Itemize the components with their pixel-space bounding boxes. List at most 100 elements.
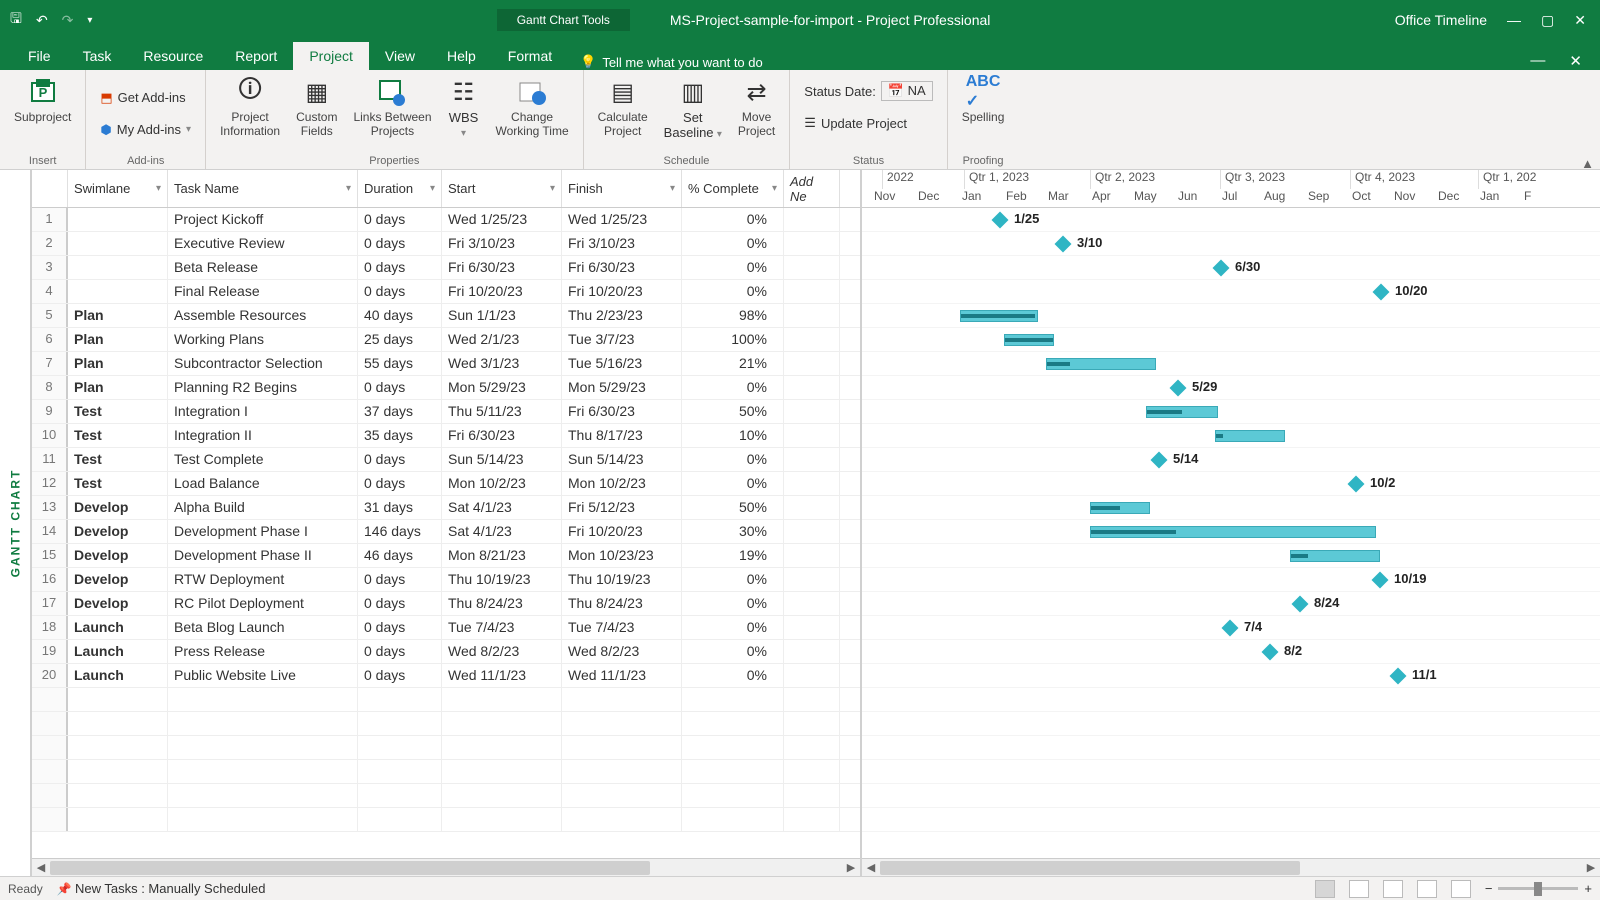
cell-pct[interactable]: 0% (682, 448, 784, 471)
cell-pct[interactable]: 0% (682, 568, 784, 591)
cell-duration[interactable]: 37 days (358, 400, 442, 423)
cell-swimlane[interactable]: Plan (68, 376, 168, 399)
cell-swimlane[interactable]: Plan (68, 328, 168, 351)
spelling-button[interactable]: ABC✓Spelling (958, 74, 1009, 127)
cell-finish[interactable]: Tue 3/7/23 (562, 328, 682, 351)
cell-start[interactable]: Fri 10/20/23 (442, 280, 562, 303)
cell-start[interactable]: Fri 6/30/23 (442, 424, 562, 447)
cell-pct[interactable]: 21% (682, 352, 784, 375)
cell-swimlane[interactable]: Plan (68, 304, 168, 327)
cell-addnew[interactable] (784, 448, 840, 471)
cell-swimlane[interactable]: Test (68, 400, 168, 423)
cell-swimlane[interactable]: Launch (68, 640, 168, 663)
gantt-bar[interactable] (1146, 406, 1218, 418)
cell-duration[interactable]: 0 days (358, 280, 442, 303)
cell-taskname[interactable]: RC Pilot Deployment (168, 592, 358, 615)
table-row[interactable]: 1Project Kickoff0 daysWed 1/25/23Wed 1/2… (32, 208, 860, 232)
milestone-diamond[interactable] (1170, 380, 1187, 397)
cell-swimlane[interactable] (68, 232, 168, 255)
tell-me-search[interactable]: 💡 Tell me what you want to do (580, 54, 763, 70)
cell-duration[interactable]: 146 days (358, 520, 442, 543)
cell-taskname[interactable]: Planning R2 Begins (168, 376, 358, 399)
cell-finish[interactable]: Mon 10/23/23 (562, 544, 682, 567)
gantt-bar[interactable] (1004, 334, 1054, 346)
cell-taskname[interactable]: Alpha Build (168, 496, 358, 519)
wbs-button[interactable]: ☷WBS▾ (444, 74, 484, 142)
project-information-button[interactable]: 🛈Project Information (216, 74, 284, 141)
cell-addnew[interactable] (784, 520, 840, 543)
gantt-row[interactable] (862, 808, 1600, 832)
move-project-button[interactable]: ⇄Move Project (734, 74, 779, 141)
table-row[interactable]: 4Final Release0 daysFri 10/20/23Fri 10/2… (32, 280, 860, 304)
cell-duration[interactable]: 0 days (358, 256, 442, 279)
cell-duration[interactable]: 25 days (358, 328, 442, 351)
milestone-diamond[interactable] (1222, 620, 1239, 637)
table-row[interactable] (32, 808, 860, 832)
gantt-row[interactable]: 5/14 (862, 448, 1600, 472)
tab-task[interactable]: Task (67, 42, 128, 70)
gantt-row[interactable]: 10/2 (862, 472, 1600, 496)
milestone-diamond[interactable] (1390, 668, 1407, 685)
cell-taskname[interactable]: Development Phase II (168, 544, 358, 567)
table-row[interactable]: 9TestIntegration I37 daysThu 5/11/23Fri … (32, 400, 860, 424)
table-row[interactable]: 10TestIntegration II35 daysFri 6/30/23Th… (32, 424, 860, 448)
cell-duration[interactable]: 35 days (358, 424, 442, 447)
tab-project[interactable]: Project (293, 42, 369, 70)
cell-finish[interactable]: Fri 3/10/23 (562, 232, 682, 255)
cell-finish[interactable]: Mon 5/29/23 (562, 376, 682, 399)
cell-duration[interactable]: 0 days (358, 592, 442, 615)
gantt-row[interactable]: 8/2 (862, 640, 1600, 664)
cell-start[interactable]: Wed 3/1/23 (442, 352, 562, 375)
cell-start[interactable]: Wed 11/1/23 (442, 664, 562, 687)
milestone-diamond[interactable] (1292, 596, 1309, 613)
cell-duration[interactable]: 40 days (358, 304, 442, 327)
cell-pct[interactable]: 0% (682, 256, 784, 279)
table-row[interactable]: 12TestLoad Balance0 daysMon 10/2/23Mon 1… (32, 472, 860, 496)
cell-duration[interactable]: 0 days (358, 568, 442, 591)
undo-icon[interactable]: ↶ (36, 12, 48, 29)
cell-addnew[interactable] (784, 568, 840, 591)
cell-taskname[interactable]: Final Release (168, 280, 358, 303)
cell-pct[interactable]: 0% (682, 616, 784, 639)
cell-finish[interactable]: Tue 7/4/23 (562, 616, 682, 639)
cell-addnew[interactable] (784, 352, 840, 375)
milestone-diamond[interactable] (1055, 236, 1072, 253)
col-add-new[interactable]: Add Ne (784, 170, 840, 207)
cell-addnew[interactable] (784, 496, 840, 519)
gantt-row[interactable] (862, 688, 1600, 712)
milestone-diamond[interactable] (1262, 644, 1279, 661)
cell-start[interactable]: Thu 5/11/23 (442, 400, 562, 423)
cell-duration[interactable]: 0 days (358, 376, 442, 399)
gantt-bar[interactable] (960, 310, 1038, 322)
milestone-diamond[interactable] (1213, 260, 1230, 277)
col-finish[interactable]: Finish▾ (562, 170, 682, 207)
table-row[interactable] (32, 688, 860, 712)
cell-addnew[interactable] (784, 232, 840, 255)
cell-start[interactable]: Mon 8/21/23 (442, 544, 562, 567)
gantt-row[interactable]: 3/10 (862, 232, 1600, 256)
gantt-row[interactable] (862, 544, 1600, 568)
cell-swimlane[interactable]: Launch (68, 616, 168, 639)
gantt-body[interactable]: 1/253/106/3010/205/295/1410/210/198/247/… (862, 208, 1600, 858)
scroll-thumb[interactable] (50, 861, 650, 875)
gantt-bar[interactable] (1090, 526, 1376, 538)
get-addins-button[interactable]: ⬒Get Add-ins (96, 87, 189, 109)
cell-addnew[interactable] (784, 304, 840, 327)
cell-taskname[interactable]: Beta Blog Launch (168, 616, 358, 639)
cell-duration[interactable]: 0 days (358, 616, 442, 639)
table-row[interactable]: 15DevelopDevelopment Phase II46 daysMon … (32, 544, 860, 568)
cell-finish[interactable]: Tue 5/16/23 (562, 352, 682, 375)
cell-pct[interactable]: 50% (682, 400, 784, 423)
gantt-row[interactable]: 10/20 (862, 280, 1600, 304)
cell-start[interactable]: Sun 1/1/23 (442, 304, 562, 327)
zoom-in-icon[interactable]: + (1584, 881, 1592, 896)
cell-taskname[interactable]: Test Complete (168, 448, 358, 471)
table-row[interactable] (32, 784, 860, 808)
cell-addnew[interactable] (784, 400, 840, 423)
cell-start[interactable]: Wed 1/25/23 (442, 208, 562, 231)
custom-fields-button[interactable]: ▦Custom Fields (292, 74, 341, 141)
zoom-out-icon[interactable]: − (1485, 881, 1493, 896)
milestone-diamond[interactable] (1373, 284, 1390, 301)
set-baseline-button[interactable]: ▥Set Baseline ▾ (660, 74, 726, 143)
milestone-diamond[interactable] (1151, 452, 1168, 469)
